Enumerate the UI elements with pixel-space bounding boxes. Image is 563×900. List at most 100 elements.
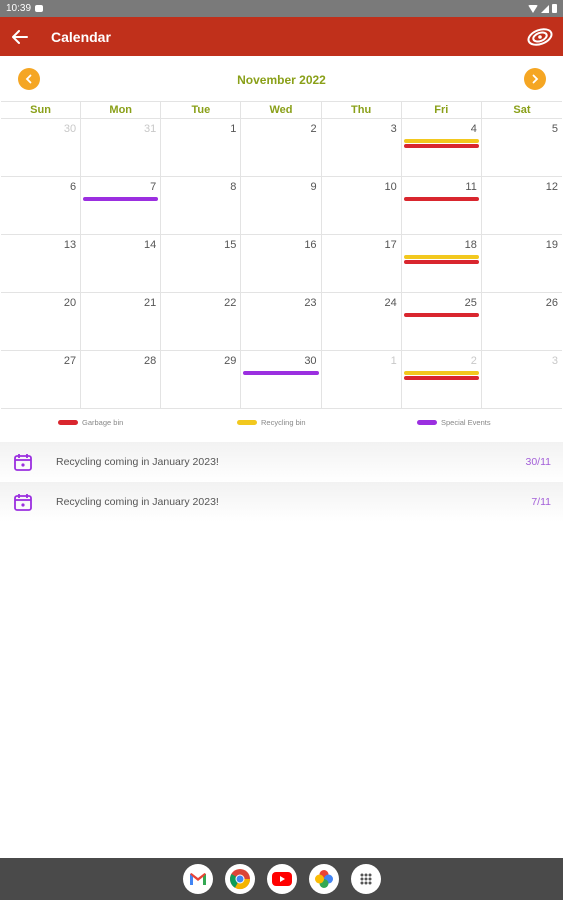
day-cell[interactable]: 8 (161, 177, 242, 235)
day-number: 28 (144, 355, 157, 367)
special-event-marker (243, 371, 319, 375)
day-cell[interactable]: 2 (241, 119, 322, 177)
event-list: Recycling coming in January 2023! 30/11 Re… (0, 442, 563, 522)
day-cell[interactable]: 1 (161, 119, 242, 177)
day-cell[interactable]: 9 (241, 177, 322, 235)
event-markers (243, 371, 319, 375)
day-cell[interactable]: 21 (81, 293, 162, 351)
day-number: 31 (144, 123, 157, 135)
day-number: 2 (470, 355, 477, 367)
day-number: 14 (144, 239, 157, 251)
month-title: November 2022 (237, 73, 326, 87)
day-cell[interactable]: 11 (401, 177, 482, 235)
back-arrow-icon[interactable] (2, 17, 38, 56)
day-number: 5 (551, 123, 558, 135)
day-cell[interactable]: 7 (81, 177, 162, 235)
recycling-event-marker (403, 255, 479, 259)
day-cell[interactable]: 26 (481, 293, 562, 351)
garbage-event-marker (403, 144, 479, 148)
day-cell[interactable]: 5 (481, 119, 562, 177)
day-number: 15 (224, 239, 237, 251)
day-number: 25 (464, 297, 477, 309)
day-number: 10 (384, 181, 397, 193)
day-cell[interactable]: 30 (1, 119, 82, 177)
day-cell[interactable]: 15 (161, 235, 242, 293)
day-cell[interactable]: 14 (81, 235, 162, 293)
chevron-right-icon (532, 74, 539, 84)
garbage-event-marker (403, 313, 479, 317)
day-cell[interactable]: 16 (241, 235, 322, 293)
day-number: 1 (230, 123, 237, 135)
day-cell[interactable]: 2 (401, 351, 482, 409)
legend-label: Special Events (441, 418, 491, 427)
youtube-icon[interactable] (266, 864, 297, 894)
event-title: Recycling coming in January 2023! (56, 496, 219, 508)
day-number: 9 (310, 181, 317, 193)
garbage-swatch (58, 420, 78, 425)
special-event-marker (83, 197, 159, 201)
day-number: 19 (545, 239, 558, 251)
day-cell[interactable]: 6 (1, 177, 82, 235)
legend: Garbage bin Recycling bin Special Events (0, 418, 563, 432)
day-number: 20 (63, 297, 77, 309)
day-cell[interactable]: 4 (401, 119, 482, 177)
day-number: 1 (390, 355, 397, 367)
wifi-icon (528, 4, 538, 13)
day-cell[interactable]: 22 (161, 293, 242, 351)
weekday-header: Sun Mon Tue Wed Thu Fri Sat (1, 101, 562, 119)
calendar-event-icon (12, 451, 34, 473)
day-cell[interactable]: 29 (161, 351, 242, 409)
day-number: 8 (230, 181, 237, 193)
day-cell[interactable]: 28 (81, 351, 162, 409)
event-list-item[interactable]: Recycling coming in January 2023! 30/11 (0, 442, 563, 482)
day-number: 16 (304, 239, 317, 251)
garbage-event-marker (403, 197, 479, 201)
battery-icon (552, 4, 557, 13)
event-date: 30/11 (525, 456, 552, 468)
day-cell[interactable]: 30 (241, 351, 322, 409)
next-month-button[interactable] (524, 68, 546, 90)
day-cell[interactable]: 3 (321, 119, 402, 177)
weekday-label: Thu (322, 102, 402, 119)
weekday-label: Mon (81, 102, 162, 119)
day-cell[interactable]: 23 (241, 293, 322, 351)
event-markers (403, 139, 479, 148)
day-number: 30 (304, 355, 317, 367)
day-number: 6 (70, 181, 77, 193)
page-title: Calendar (51, 28, 111, 45)
legend-label: Recycling bin (261, 418, 306, 427)
weekday-label: Tue (161, 102, 242, 119)
status-bar: 10:39 (0, 0, 563, 17)
recycling-swatch (237, 420, 257, 425)
garbage-event-marker (403, 376, 479, 380)
chrome-icon[interactable] (224, 864, 255, 894)
day-cell[interactable]: 3 (481, 351, 562, 409)
legend-label: Garbage bin (82, 418, 124, 427)
day-number: 12 (545, 181, 558, 193)
app-drawer-icon[interactable] (350, 864, 381, 894)
weekday-label: Wed (241, 102, 322, 119)
day-cell[interactable]: 24 (321, 293, 402, 351)
day-cell[interactable]: 17 (321, 235, 402, 293)
day-cell[interactable]: 13 (1, 235, 82, 293)
day-cell[interactable]: 10 (321, 177, 402, 235)
day-cell[interactable]: 25 (401, 293, 482, 351)
month-navigation: November 2022 (0, 66, 563, 96)
app-root: 10:39 Calendar November 2022 Sun Mon Tue… (0, 0, 563, 900)
calendar-event-icon (12, 491, 34, 513)
weekday-label: Sun (1, 102, 82, 119)
day-cell[interactable]: 19 (481, 235, 562, 293)
event-list-item[interactable]: Recycling coming in January 2023! 7/11 (0, 482, 563, 522)
day-cell[interactable]: 18 (401, 235, 482, 293)
day-cell[interactable]: 12 (481, 177, 562, 235)
event-markers (403, 371, 479, 380)
day-cell[interactable]: 27 (1, 351, 82, 409)
photos-icon[interactable] (308, 864, 339, 894)
day-cell[interactable]: 31 (81, 119, 162, 177)
brand-logo-icon (525, 22, 555, 52)
signal-icon (541, 4, 549, 13)
day-cell[interactable]: 1 (321, 351, 402, 409)
day-cell[interactable]: 20 (1, 293, 82, 351)
gmail-icon[interactable] (182, 864, 213, 894)
day-number: 13 (63, 239, 77, 251)
